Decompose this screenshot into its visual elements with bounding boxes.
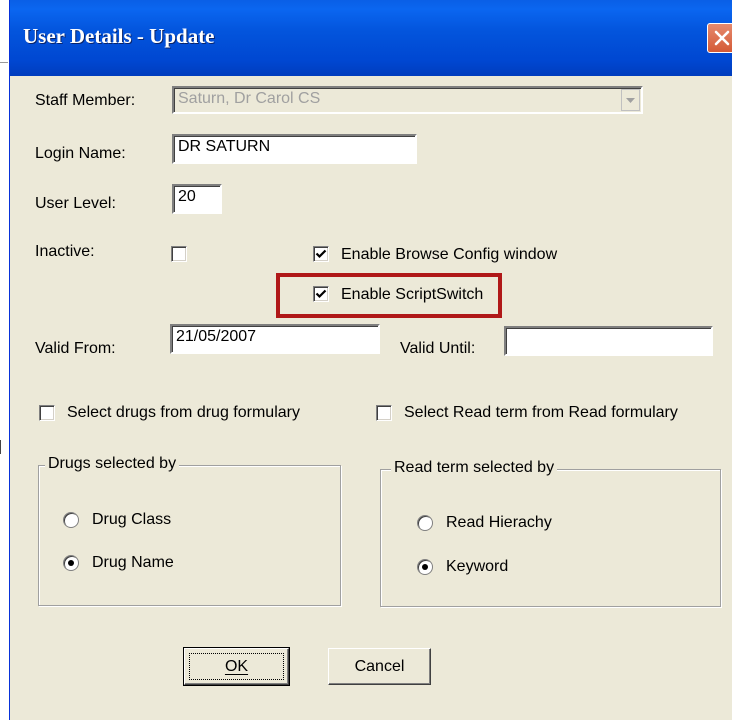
read-term-selected-by-group: Read term selected by: [380, 459, 721, 607]
browse-config-label[interactable]: Enable Browse Config window: [341, 246, 557, 264]
user-details-dialog: User Details - Update Staff Member: Satu…: [9, 0, 732, 720]
background-edge-line: [0, 62, 8, 63]
read-formulary-label[interactable]: Select Read term from Read formulary: [404, 404, 678, 422]
staff-member-dropdown-button[interactable]: [621, 89, 640, 111]
window-title: User Details - Update: [23, 24, 215, 48]
user-level-input[interactable]: 20: [172, 184, 222, 214]
chevron-down-icon: [626, 98, 635, 103]
valid-until-input[interactable]: [504, 326, 713, 356]
staff-member-dropdown[interactable]: Saturn, Dr Carol CS: [172, 86, 643, 114]
keyword-radio[interactable]: [417, 559, 433, 575]
valid-until-label: Valid Until:: [400, 340, 476, 357]
inactive-label: Inactive:: [35, 243, 95, 260]
ok-button-label: OK: [224, 658, 249, 675]
login-name-label: Login Name:: [35, 145, 126, 162]
login-name-input[interactable]: DR SATURN: [172, 134, 417, 164]
drugs-selected-by-group: Drugs selected by: [38, 455, 341, 606]
drug-class-label[interactable]: Drug Class: [92, 511, 171, 529]
title-bar[interactable]: User Details - Update: [10, 0, 732, 76]
browse-config-checkbox[interactable]: [313, 246, 329, 262]
drug-class-radio[interactable]: [63, 512, 79, 528]
valid-from-input[interactable]: 21/05/2007: [170, 324, 380, 354]
keyword-label[interactable]: Keyword: [446, 558, 508, 576]
close-icon: [714, 30, 730, 46]
cancel-button[interactable]: Cancel: [328, 648, 431, 685]
read-hierachy-radio[interactable]: [417, 515, 433, 531]
drug-name-label[interactable]: Drug Name: [92, 554, 174, 572]
drugs-group-title: Drugs selected by: [45, 455, 180, 473]
highlight-annotation-box: [276, 273, 502, 318]
close-button[interactable]: [707, 23, 732, 53]
ok-button[interactable]: OK: [183, 647, 290, 686]
cancel-button-label: Cancel: [354, 658, 405, 675]
read-formulary-checkbox[interactable]: [376, 405, 392, 421]
read-hierachy-label[interactable]: Read Hierachy: [446, 514, 552, 532]
inactive-checkbox[interactable]: [171, 246, 187, 262]
drug-name-radio[interactable]: [63, 555, 79, 571]
staff-member-value: Saturn, Dr Carol CS: [178, 90, 321, 107]
user-level-label: User Level:: [35, 195, 116, 212]
valid-from-value: 21/05/2007: [176, 328, 257, 345]
drug-formulary-checkbox[interactable]: [39, 405, 55, 421]
background-edge-line: [0, 440, 1, 454]
user-level-value: 20: [178, 188, 196, 205]
login-name-value: DR SATURN: [178, 138, 271, 155]
drug-formulary-label[interactable]: Select drugs from drug formulary: [67, 404, 300, 422]
staff-member-label: Staff Member:: [35, 92, 136, 109]
read-group-title: Read term selected by: [391, 459, 558, 477]
valid-from-label: Valid From:: [35, 340, 116, 357]
checkmark-icon: [315, 249, 327, 259]
